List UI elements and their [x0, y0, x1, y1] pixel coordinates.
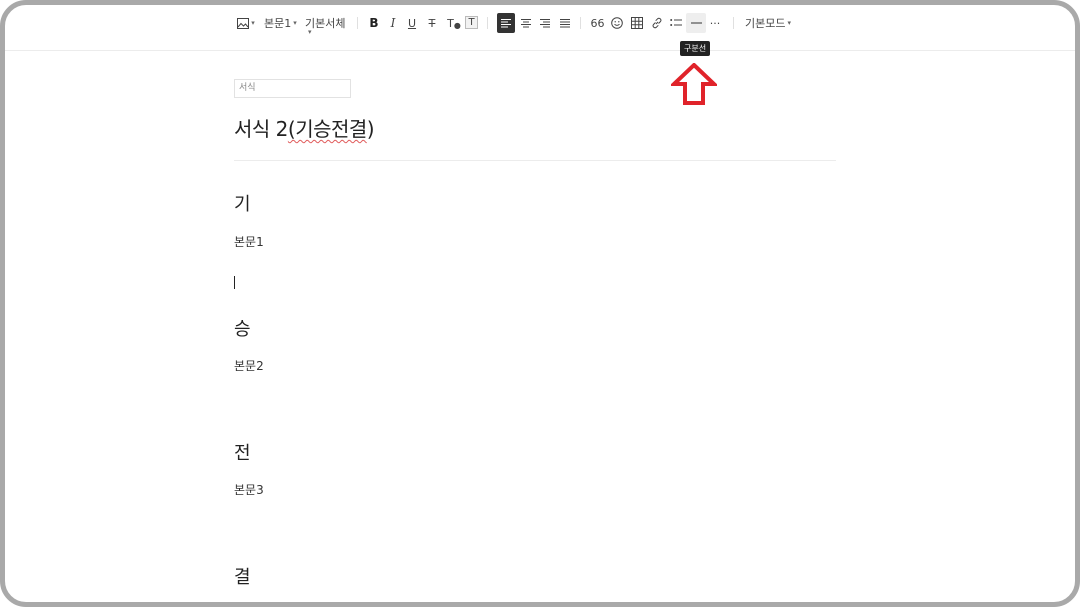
- chevron-down-icon: ▾: [787, 19, 791, 27]
- title-text-end: ): [366, 117, 375, 141]
- italic-button[interactable]: I: [387, 13, 399, 33]
- horizontal-line-button[interactable]: [686, 13, 706, 33]
- align-justify-button[interactable]: [558, 13, 572, 33]
- section-heading[interactable]: 승: [234, 315, 251, 341]
- section-body[interactable]: 본문3: [234, 481, 264, 498]
- title-divider: [234, 160, 836, 161]
- editor-mode-dropdown[interactable]: 기본모드 ▾: [745, 13, 791, 33]
- text-background-button[interactable]: T: [465, 16, 478, 29]
- post-title[interactable]: 서식 2(기승전결): [234, 113, 375, 142]
- align-left-icon: [501, 18, 511, 27]
- align-left-button[interactable]: [497, 13, 515, 33]
- section-heading[interactable]: 기: [234, 190, 251, 216]
- chevron-down-icon: ▾: [308, 28, 312, 36]
- strikethrough-button[interactable]: T: [426, 13, 438, 33]
- list-button[interactable]: [669, 13, 683, 33]
- divider: [733, 17, 734, 29]
- editor-toolbar: ▾ 본문1 ▾ 기본서체 ▾ B I U T T ● T 66 ··· 기본모드…: [0, 0, 1080, 51]
- chevron-down-icon: ▾: [293, 19, 297, 27]
- quote-button[interactable]: 66: [590, 13, 605, 33]
- device-frame: [0, 0, 1080, 607]
- link-icon: [652, 17, 662, 29]
- section-body[interactable]: 본문1: [234, 233, 264, 250]
- underline-button[interactable]: U: [406, 13, 418, 33]
- red-arrow-up-icon: [671, 63, 717, 105]
- align-center-button[interactable]: [519, 13, 533, 33]
- section-heading[interactable]: 결: [234, 563, 251, 589]
- title-spellcheck-text: (기승전결: [287, 117, 367, 141]
- chevron-down-icon: ▾: [251, 19, 255, 27]
- align-right-button[interactable]: [538, 13, 552, 33]
- link-button[interactable]: [650, 13, 664, 33]
- image-icon: [237, 17, 250, 29]
- editor-mode-label: 기본모드: [745, 17, 786, 30]
- text-color-button[interactable]: T ●: [446, 13, 462, 33]
- smiley-icon: [611, 17, 623, 29]
- color-dot-icon: ●: [453, 20, 461, 30]
- divider: [580, 17, 581, 29]
- bullet-list-icon: [670, 19, 682, 26]
- section-body[interactable]: 본문2: [234, 357, 264, 374]
- align-right-icon: [540, 18, 550, 27]
- tooltip: 구분선: [680, 41, 711, 56]
- divider: [357, 17, 358, 29]
- bold-button[interactable]: B: [367, 13, 381, 33]
- text-cursor: [234, 276, 235, 289]
- more-options-button[interactable]: ···: [708, 13, 722, 33]
- horizontal-rule-icon: [690, 22, 702, 24]
- align-center-icon: [521, 18, 531, 27]
- table-icon: [631, 17, 643, 29]
- table-button[interactable]: [630, 13, 644, 33]
- divider: [487, 17, 488, 29]
- section-heading[interactable]: 전: [234, 439, 251, 465]
- insert-image-button[interactable]: ▾: [236, 13, 256, 33]
- paragraph-style-dropdown[interactable]: 본문1 ▾: [264, 13, 297, 33]
- title-text: 서식 2: [234, 117, 288, 141]
- text-color-label: T: [447, 16, 454, 30]
- category-select[interactable]: 서식: [234, 79, 351, 98]
- emoji-button[interactable]: [610, 13, 624, 33]
- paragraph-style-label: 본문1: [264, 17, 292, 30]
- align-justify-icon: [560, 18, 570, 27]
